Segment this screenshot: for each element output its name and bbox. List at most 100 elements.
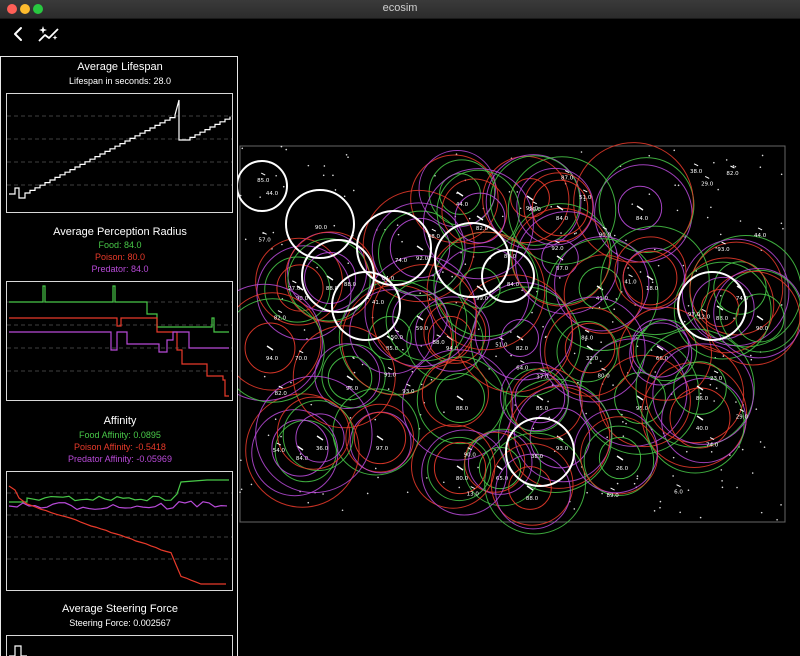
creature-body: [266, 345, 274, 351]
affinity-title: Affinity: [103, 415, 137, 427]
window-title: ecosim: [382, 2, 418, 14]
food-dot: [654, 371, 657, 373]
food-dot: [763, 446, 766, 448]
creature-label: 36.0: [316, 446, 329, 452]
selected-creature-label: 90.0: [315, 225, 328, 231]
food-dot: [654, 248, 656, 251]
creature-label: 91.0: [384, 373, 397, 379]
food-dot: [285, 148, 288, 151]
food-dot: [699, 392, 702, 395]
selected-creature-label: 38.0: [531, 454, 544, 460]
food-dot: [613, 234, 616, 237]
food-dot: [548, 416, 551, 419]
creature-label: 82.0: [275, 391, 288, 397]
perception-predator: Predator: 84.0: [91, 264, 149, 274]
creature-label: 86.0: [696, 396, 709, 402]
food-dot: [750, 358, 753, 361]
food-dot: [622, 421, 624, 423]
affinity-predator: Predator Affinity: -0.05969: [68, 454, 172, 464]
creature-label: 90.0: [756, 326, 769, 332]
food-dot: [625, 422, 627, 425]
food-dot: [639, 271, 642, 273]
creature-perception-ring: [580, 416, 659, 495]
creature-label: 88.0: [433, 340, 446, 346]
food-dot: [420, 383, 423, 386]
food-dot: [303, 329, 306, 331]
food-dot: [263, 375, 266, 378]
food-dot: [751, 472, 754, 474]
selected-creature-ring: [285, 189, 355, 259]
food-dot: [374, 467, 377, 470]
creature-label: 97.0: [376, 446, 389, 452]
food-dot: [361, 363, 364, 366]
food-dot: [735, 401, 737, 403]
creature-perception-ring: [282, 400, 354, 472]
creature-label: 93.0: [717, 247, 730, 253]
perception-title: Average Perception Radius: [53, 226, 187, 238]
food-dot: [274, 418, 277, 420]
creature-label: 80.0: [456, 476, 469, 482]
food-dot: [601, 492, 603, 495]
food-dot: [545, 335, 547, 338]
creature-body: [456, 465, 464, 471]
food-dot: [531, 311, 533, 314]
food-dot: [323, 165, 326, 167]
creature-perception-ring: [500, 362, 570, 432]
creature-label: 23.0: [710, 376, 723, 382]
food-dot: [550, 205, 553, 208]
food-dot: [559, 277, 561, 279]
steering-value: Steering Force: 0.002567: [69, 618, 171, 628]
food-dot: [349, 417, 352, 419]
food-dot: [443, 411, 445, 413]
food-dot: [720, 469, 723, 471]
food-dot: [580, 151, 583, 153]
creature-perception-ring: [573, 142, 694, 263]
creature-label: 82.0: [274, 316, 287, 322]
food-dot: [616, 482, 619, 485]
creature-label: 89.0: [606, 493, 619, 499]
food-dot: [734, 165, 737, 168]
creature-label: 27.0: [288, 286, 301, 292]
food-dot: [345, 153, 348, 156]
food-dot: [676, 209, 679, 212]
food-dot: [750, 354, 752, 357]
food-dot: [290, 381, 292, 384]
food-dot: [717, 188, 719, 191]
food-dot: [244, 238, 247, 241]
food-dot: [532, 427, 535, 430]
food-dot: [741, 448, 744, 451]
creature-label: 82.0: [516, 346, 529, 352]
creature-label: 85.0: [536, 406, 549, 412]
creature-body: [757, 227, 763, 231]
food-dot: [495, 355, 497, 358]
food-dot: [636, 477, 639, 480]
food-dot: [720, 294, 722, 297]
food-dot: [622, 435, 625, 437]
food-dot: [736, 486, 738, 489]
creature-label: 41.0: [624, 280, 637, 286]
creature-body: [416, 245, 424, 251]
lifespan-value: Lifespan in seconds: 28.0: [68, 76, 172, 86]
selected-creature-label: 88.0: [344, 282, 357, 288]
food-dot: [721, 486, 724, 489]
creature-body: [636, 205, 644, 211]
food-dot: [259, 196, 261, 198]
food-dot: [322, 493, 324, 495]
food-dot: [687, 489, 690, 492]
creature-body: [277, 310, 283, 314]
food-dot: [672, 475, 674, 477]
food-dot: [426, 477, 428, 479]
food-dot: [494, 449, 496, 451]
food-dot: [780, 222, 783, 225]
creature-label: 29.0: [701, 181, 714, 187]
creature-perception-ring: [284, 231, 377, 323]
food-dot: [722, 355, 725, 357]
creature-label: 64.0: [516, 366, 529, 372]
creature-label: 84.0: [296, 456, 309, 462]
food-dot: [374, 418, 377, 421]
creature-label: 18.0: [646, 286, 659, 292]
creature-body: [704, 175, 710, 179]
food-dot: [780, 173, 783, 176]
perception-predator-line: [9, 331, 229, 353]
lifespan-title: Average Lifespan: [77, 61, 163, 73]
